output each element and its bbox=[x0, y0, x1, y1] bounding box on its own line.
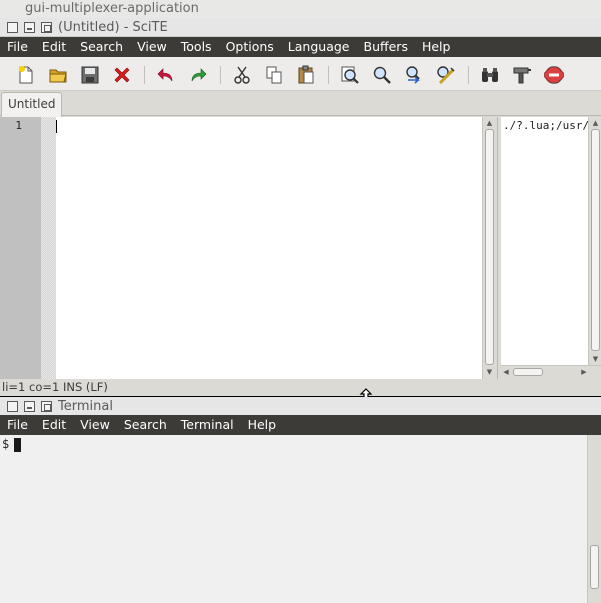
status-bar: li=1 co=1 INS (LF) bbox=[0, 379, 601, 395]
menu-file[interactable]: File bbox=[0, 37, 35, 57]
cut-icon[interactable] bbox=[232, 65, 252, 85]
scroll-down-arrow-icon[interactable]: ▼ bbox=[483, 366, 496, 378]
menu-terminal[interactable]: Terminal bbox=[174, 415, 241, 435]
output-vertical-scrollbar[interactable]: ▲ ▼ bbox=[588, 117, 601, 365]
editor-scroll-thumb[interactable] bbox=[485, 129, 494, 365]
new-file-icon[interactable] bbox=[16, 65, 36, 85]
menu-options[interactable]: Options bbox=[219, 37, 281, 57]
copy-icon[interactable] bbox=[264, 65, 284, 85]
scroll-right-arrow-icon[interactable]: ▶ bbox=[579, 366, 589, 378]
toolbar-separator bbox=[328, 66, 329, 84]
output-horizontal-scrollbar[interactable]: ◀ ▶ bbox=[501, 365, 601, 377]
line-number: 1 bbox=[15, 119, 22, 132]
menu-edit[interactable]: Edit bbox=[35, 37, 73, 57]
scroll-left-arrow-icon[interactable]: ◀ bbox=[501, 366, 511, 378]
terminal-prompt: $ bbox=[2, 437, 10, 451]
text-caret bbox=[56, 120, 57, 133]
scroll-up-arrow-icon[interactable]: ▲ bbox=[589, 117, 601, 129]
close-icon[interactable] bbox=[112, 65, 132, 85]
line-number-margin: 1 bbox=[0, 117, 41, 379]
outer-window-title: gui-multiplexer-application bbox=[0, 0, 601, 18]
menu-buffers[interactable]: Buffers bbox=[357, 37, 415, 57]
compile-icon[interactable] bbox=[512, 65, 532, 85]
scroll-down-arrow-icon[interactable]: ▼ bbox=[589, 353, 601, 365]
editor-vertical-scrollbar[interactable]: ▲ ▼ bbox=[482, 117, 496, 379]
minimize-window-button[interactable] bbox=[24, 401, 35, 412]
maximize-window-button[interactable] bbox=[41, 22, 52, 33]
toolbar-separator bbox=[144, 66, 145, 84]
fold-margin[interactable] bbox=[41, 117, 56, 379]
terminal-window-title: Terminal bbox=[58, 399, 113, 414]
minimize-window-button[interactable] bbox=[24, 22, 35, 33]
find-in-files-icon[interactable] bbox=[436, 65, 456, 85]
menu-help[interactable]: Help bbox=[241, 415, 284, 435]
close-window-button[interactable] bbox=[7, 401, 18, 412]
terminal-vertical-scrollbar[interactable] bbox=[587, 435, 601, 603]
menu-language[interactable]: Language bbox=[281, 37, 357, 57]
scite-window-title: (Untitled) - SciTE bbox=[58, 20, 168, 35]
maximize-window-button[interactable] bbox=[41, 401, 52, 412]
find-next-icon[interactable] bbox=[372, 65, 392, 85]
menu-search[interactable]: Search bbox=[117, 415, 174, 435]
menu-tools[interactable]: Tools bbox=[174, 37, 219, 57]
toolbar bbox=[0, 57, 601, 91]
editor-text-area[interactable] bbox=[56, 117, 482, 379]
open-folder-icon[interactable] bbox=[48, 65, 68, 85]
toolbar-separator bbox=[220, 66, 221, 84]
terminal-scroll-thumb[interactable] bbox=[590, 545, 599, 589]
replace-icon[interactable] bbox=[404, 65, 424, 85]
output-pane: ./?.lua;/usr/ ▲ ▼ ◀ ▶ bbox=[497, 117, 601, 379]
menu-file[interactable]: File bbox=[0, 415, 35, 435]
toolbar-separator bbox=[468, 66, 469, 84]
menu-search[interactable]: Search bbox=[73, 37, 130, 57]
find-icon[interactable] bbox=[340, 65, 360, 85]
stop-icon[interactable] bbox=[544, 65, 564, 85]
tab-untitled[interactable]: Untitled bbox=[1, 92, 63, 117]
terminal-title-bar[interactable]: Terminal bbox=[0, 397, 601, 416]
terminal-cursor bbox=[14, 438, 21, 452]
close-window-button[interactable] bbox=[7, 22, 18, 33]
undo-icon[interactable] bbox=[156, 65, 176, 85]
menu-view[interactable]: View bbox=[73, 415, 117, 435]
terminal-menubar: File Edit View Search Terminal Help bbox=[0, 415, 601, 435]
menu-help[interactable]: Help bbox=[415, 37, 458, 57]
binoculars-icon[interactable] bbox=[480, 65, 500, 85]
menu-edit[interactable]: Edit bbox=[35, 415, 73, 435]
tab-strip: Untitled bbox=[0, 91, 601, 117]
save-icon[interactable] bbox=[80, 65, 100, 85]
terminal-body[interactable]: $ bbox=[0, 435, 601, 603]
scite-title-bar[interactable]: (Untitled) - SciTE bbox=[0, 18, 601, 37]
redo-icon[interactable] bbox=[188, 65, 208, 85]
output-text[interactable]: ./?.lua;/usr/ bbox=[501, 117, 590, 365]
output-hscroll-thumb[interactable] bbox=[513, 368, 543, 376]
scite-menubar: File Edit Search View Tools Options Lang… bbox=[0, 37, 601, 57]
output-scroll-thumb[interactable] bbox=[591, 129, 600, 351]
paste-icon[interactable] bbox=[296, 65, 316, 85]
menu-view[interactable]: View bbox=[130, 37, 174, 57]
scroll-up-arrow-icon[interactable]: ▲ bbox=[483, 117, 496, 129]
